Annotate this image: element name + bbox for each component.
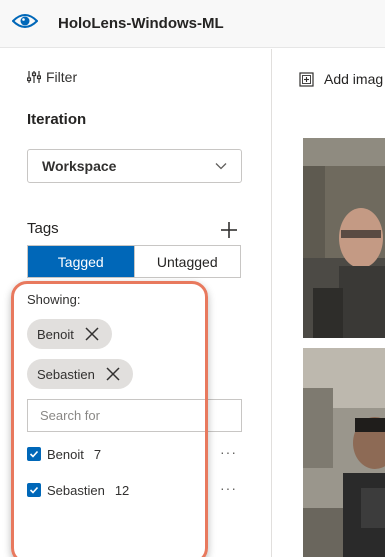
tag-name: Benoit — [47, 446, 84, 462]
iteration-selected-value: Workspace — [42, 158, 117, 174]
more-options-icon[interactable]: ··· — [220, 444, 237, 460]
tag-count: 7 — [93, 446, 102, 462]
images-panel: Add imag — [273, 49, 385, 557]
filter-chip-sebastien: Sebastien — [27, 359, 133, 389]
image-thumbnail[interactable] — [303, 348, 385, 557]
tagged-untagged-toggle: Tagged Untagged — [27, 245, 241, 278]
checkmark-icon — [29, 486, 39, 494]
more-options-icon[interactable]: ··· — [220, 480, 237, 496]
tag-search-input[interactable] — [27, 399, 242, 432]
add-images-label: Add imag — [324, 71, 384, 87]
chip-label: Sebastien — [37, 366, 95, 382]
iteration-dropdown[interactable]: Workspace — [27, 149, 242, 183]
app-title: HoloLens-Windows-ML — [58, 15, 224, 32]
image-thumbnail[interactable] — [303, 138, 385, 338]
close-icon[interactable] — [105, 366, 121, 382]
eye-icon[interactable] — [12, 10, 38, 32]
add-image-icon — [299, 71, 314, 87]
tagged-toggle-button[interactable]: Tagged — [28, 246, 134, 277]
chip-label: Benoit — [37, 326, 74, 342]
tag-list-item: Benoit 7 ··· — [27, 444, 242, 464]
add-images-button[interactable]: Add imag — [299, 71, 383, 87]
tag-count: 12 — [114, 482, 130, 498]
iteration-heading: Iteration — [27, 111, 87, 128]
filter-sidebar: Filter Iteration Workspace Tags Tagged U… — [0, 49, 272, 557]
chevron-down-icon — [215, 163, 227, 170]
tag-checkbox[interactable] — [27, 447, 41, 461]
tag-list-item: Sebastien 12 ··· — [27, 480, 242, 500]
filter-chip-benoit: Benoit — [27, 319, 112, 349]
add-tag-icon[interactable] — [219, 220, 239, 240]
close-icon[interactable] — [84, 326, 100, 342]
filter-button[interactable]: Filter — [27, 69, 77, 85]
showing-label: Showing: — [27, 292, 81, 307]
tag-checkbox[interactable] — [27, 483, 41, 497]
filter-label: Filter — [46, 69, 78, 85]
tags-heading: Tags — [27, 220, 59, 237]
filter-sliders-icon — [27, 71, 41, 83]
app-header: HoloLens-Windows-ML — [0, 0, 385, 48]
tag-name: Sebastien — [47, 482, 105, 498]
untagged-toggle-button[interactable]: Untagged — [133, 246, 240, 277]
checkmark-icon — [29, 450, 39, 458]
